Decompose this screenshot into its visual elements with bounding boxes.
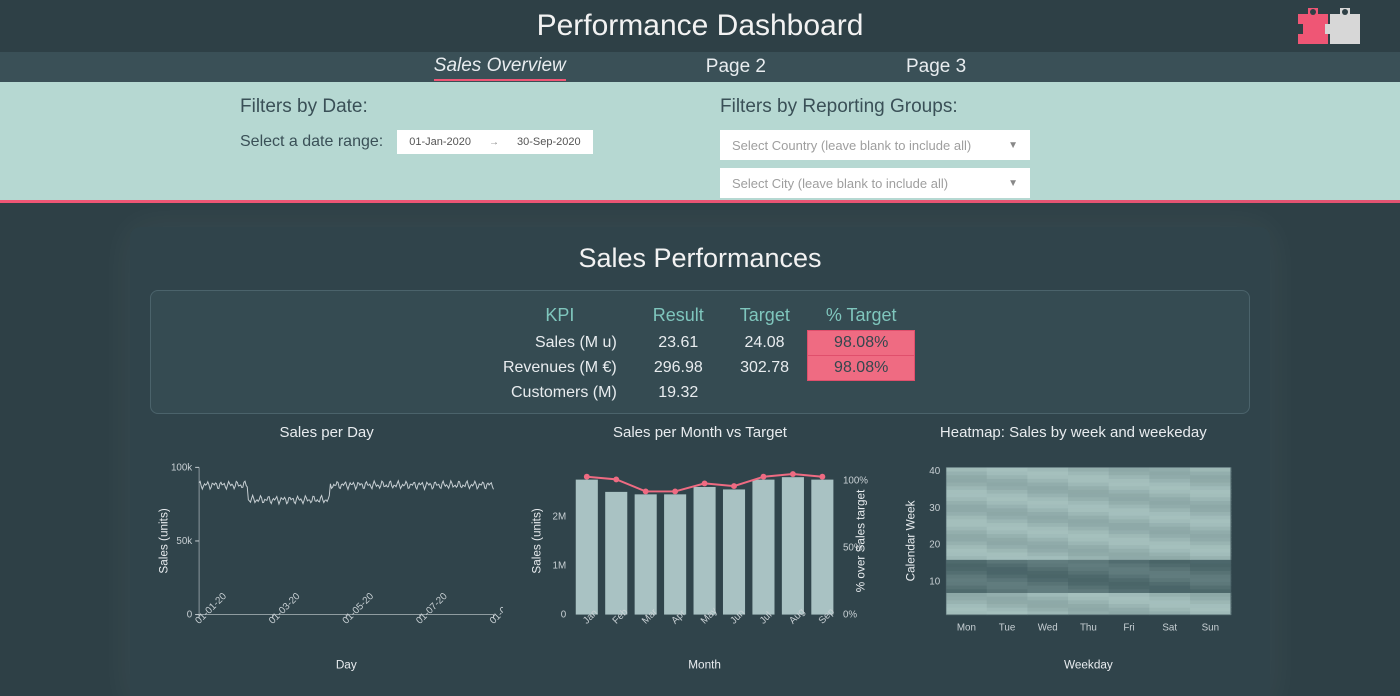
svg-text:50k: 50k xyxy=(176,536,192,547)
chart-svg[interactable]: 01M2M0%50%100%JanFebMarAprMayJunJulAugSe… xyxy=(523,447,876,684)
svg-text:Day: Day xyxy=(336,659,357,672)
country-placeholder: Select Country (leave blank to include a… xyxy=(732,138,971,153)
kpi-pct: 98.08% xyxy=(808,331,915,356)
table-row: Sales (M u)23.6124.0898.08% xyxy=(485,331,915,356)
table-row: Customers (M)19.32 xyxy=(485,381,915,405)
svg-text:% over Sales target: % over Sales target xyxy=(855,489,868,592)
kpi-name: Sales (M u) xyxy=(485,331,635,356)
kpi-header: KPI xyxy=(485,301,635,331)
kpi-header: % Target xyxy=(808,301,915,331)
city-select[interactable]: Select City (leave blank to include all)… xyxy=(720,168,1030,198)
svg-text:Wed: Wed xyxy=(1037,622,1057,633)
chart-title: Sales per Day xyxy=(280,424,374,441)
filters-groups-heading: Filters by Reporting Groups: xyxy=(720,96,1400,118)
tab-page-3[interactable]: Page 3 xyxy=(906,54,966,80)
chevron-down-icon: ▼ xyxy=(1008,140,1018,151)
chart-sales-per-day: Sales per Day 050k100k01-01-2001-03-2001… xyxy=(150,424,503,684)
svg-text:Month: Month xyxy=(689,659,722,672)
svg-text:20: 20 xyxy=(929,540,940,551)
filters-date-heading: Filters by Date: xyxy=(240,96,720,118)
panel-title: Sales Performances xyxy=(150,243,1250,274)
kpi-target xyxy=(722,381,808,405)
svg-text:Calendar Week: Calendar Week xyxy=(904,500,917,581)
page-title: Performance Dashboard xyxy=(537,9,864,43)
chevron-down-icon: ▼ xyxy=(1008,178,1018,189)
svg-text:Tue: Tue xyxy=(998,622,1015,633)
arrow-right-icon: → xyxy=(489,137,499,148)
svg-text:0: 0 xyxy=(187,610,193,621)
date-range-label: Select a date range: xyxy=(240,133,383,151)
svg-text:Sat: Sat xyxy=(1162,622,1177,633)
kpi-result: 296.98 xyxy=(635,356,722,381)
country-select[interactable]: Select Country (leave blank to include a… xyxy=(720,130,1030,160)
svg-text:1M: 1M xyxy=(553,560,567,571)
svg-text:Weekday: Weekday xyxy=(1064,659,1113,672)
kpi-header: Target xyxy=(722,301,808,331)
logo-icon xyxy=(1298,8,1360,44)
svg-text:0: 0 xyxy=(561,610,567,621)
tab-sales-overview[interactable]: Sales Overview xyxy=(434,53,566,81)
svg-text:01-09-20: 01-09-20 xyxy=(488,591,503,627)
chart-title: Heatmap: Sales by week and weekeday xyxy=(940,424,1207,441)
chart-heatmap: Heatmap: Sales by week and weekeday 10 20… xyxy=(897,424,1250,684)
date-start: 01-Jan-2020 xyxy=(409,136,471,148)
tab-page-2[interactable]: Page 2 xyxy=(706,54,766,80)
date-end: 30-Sep-2020 xyxy=(517,136,581,148)
svg-text:40: 40 xyxy=(929,466,940,477)
svg-text:2M: 2M xyxy=(553,511,567,522)
svg-text:30: 30 xyxy=(929,503,940,514)
kpi-box: KPI Result Target % Target Sales (M u)23… xyxy=(150,290,1250,414)
svg-text:Sales (units): Sales (units) xyxy=(531,508,544,573)
chart-sales-per-month: Sales per Month vs Target 01M2M0%50%100%… xyxy=(523,424,876,684)
svg-text:01-05-20: 01-05-20 xyxy=(341,591,377,627)
city-placeholder: Select City (leave blank to include all) xyxy=(732,176,948,191)
kpi-pct: 98.08% xyxy=(808,356,915,381)
kpi-target: 24.08 xyxy=(722,331,808,356)
svg-text:01-07-20: 01-07-20 xyxy=(414,591,450,627)
chart-svg[interactable]: 10 20 30 40 Mon Tue Wed Thu Fri Sat Sun Calendar We… xyxy=(897,447,1250,684)
date-range-picker[interactable]: 01-Jan-2020 → 30-Sep-2020 xyxy=(397,130,592,154)
sales-performance-panel: Sales Performances KPI Result Target % T… xyxy=(130,227,1270,696)
kpi-pct xyxy=(808,381,915,405)
chart-title: Sales per Month vs Target xyxy=(613,424,787,441)
kpi-header: Result xyxy=(635,301,722,331)
svg-text:Sun: Sun xyxy=(1201,622,1218,633)
svg-text:Fri: Fri xyxy=(1123,622,1134,633)
svg-text:100k: 100k xyxy=(171,462,192,473)
chart-svg[interactable]: 050k100k01-01-2001-03-2001-05-2001-07-20… xyxy=(150,447,503,684)
header: Performance Dashboard xyxy=(0,0,1400,52)
svg-text:0%: 0% xyxy=(843,610,857,621)
kpi-result: 19.32 xyxy=(635,381,722,405)
kpi-table: KPI Result Target % Target Sales (M u)23… xyxy=(485,301,915,405)
svg-text:01-03-20: 01-03-20 xyxy=(267,591,303,627)
navbar: Sales Overview Page 2 Page 3 xyxy=(0,52,1400,82)
kpi-name: Customers (M) xyxy=(485,381,635,405)
filters-bar: Filters by Date: Select a date range: 01… xyxy=(0,82,1400,200)
kpi-name: Revenues (M €) xyxy=(485,356,635,381)
svg-text:Mon: Mon xyxy=(957,622,976,633)
table-row: Revenues (M €)296.98302.7898.08% xyxy=(485,356,915,381)
kpi-result: 23.61 xyxy=(635,331,722,356)
kpi-target: 302.78 xyxy=(722,356,808,381)
svg-text:100%: 100% xyxy=(843,476,868,487)
svg-text:Thu: Thu xyxy=(1080,622,1097,633)
svg-text:Sales (units): Sales (units) xyxy=(158,508,171,573)
svg-text:10: 10 xyxy=(929,576,940,587)
